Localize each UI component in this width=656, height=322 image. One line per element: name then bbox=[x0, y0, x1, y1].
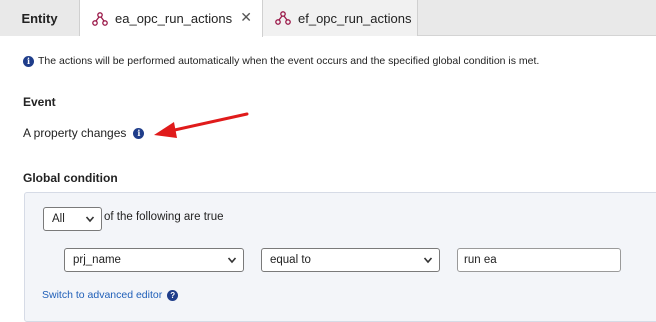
tab-label: ef_opc_run_actions bbox=[298, 10, 412, 26]
event-value-label: A property changes bbox=[23, 126, 127, 140]
workflow-icon bbox=[275, 11, 291, 25]
value-input[interactable]: run ea bbox=[457, 248, 621, 272]
advanced-link-label: Switch to advanced editor bbox=[42, 289, 163, 301]
operator-select[interactable]: equal to bbox=[261, 248, 440, 272]
tab-label: ea_opc_run_actions bbox=[115, 11, 233, 26]
chevron-down-icon bbox=[423, 257, 433, 264]
close-icon[interactable]: ✕ bbox=[240, 10, 252, 24]
quantifier-suffix: of the following are true bbox=[104, 211, 224, 223]
tab-ef-opc-run-actions[interactable]: ef_opc_run_actions bbox=[263, 0, 418, 36]
value-text: run ea bbox=[464, 254, 497, 266]
quantifier-select[interactable]: All bbox=[43, 207, 102, 231]
annotation-arrow-icon bbox=[154, 112, 249, 138]
operator-value: equal to bbox=[270, 254, 311, 266]
tab-ea-opc-run-actions[interactable]: ea_opc_run_actions ✕ bbox=[80, 0, 263, 37]
switch-advanced-editor-link[interactable]: Switch to advanced editor ? bbox=[42, 289, 179, 301]
quantifier-value: All bbox=[52, 213, 65, 225]
event-heading: Event bbox=[23, 95, 56, 109]
info-icon[interactable]: i bbox=[133, 127, 145, 139]
property-value: prj_name bbox=[73, 254, 121, 266]
event-value: A property changes i bbox=[23, 126, 145, 140]
chevron-down-icon bbox=[85, 216, 95, 223]
property-select[interactable]: prj_name bbox=[64, 248, 244, 272]
tab-entity[interactable]: Entity bbox=[0, 0, 80, 36]
tab-entity-label: Entity bbox=[21, 10, 58, 26]
info-text: The actions will be performed automatica… bbox=[38, 55, 540, 67]
global-condition-heading: Global condition bbox=[23, 171, 118, 185]
workflow-icon bbox=[92, 11, 108, 26]
info-icon: i bbox=[23, 55, 34, 67]
chevron-down-icon bbox=[227, 257, 237, 264]
info-message: i The actions will be performed automati… bbox=[23, 55, 539, 67]
help-icon[interactable]: ? bbox=[167, 289, 179, 301]
tab-bar: Entity ea_opc_run_actions ✕ ef_opc_run_a… bbox=[0, 0, 656, 37]
